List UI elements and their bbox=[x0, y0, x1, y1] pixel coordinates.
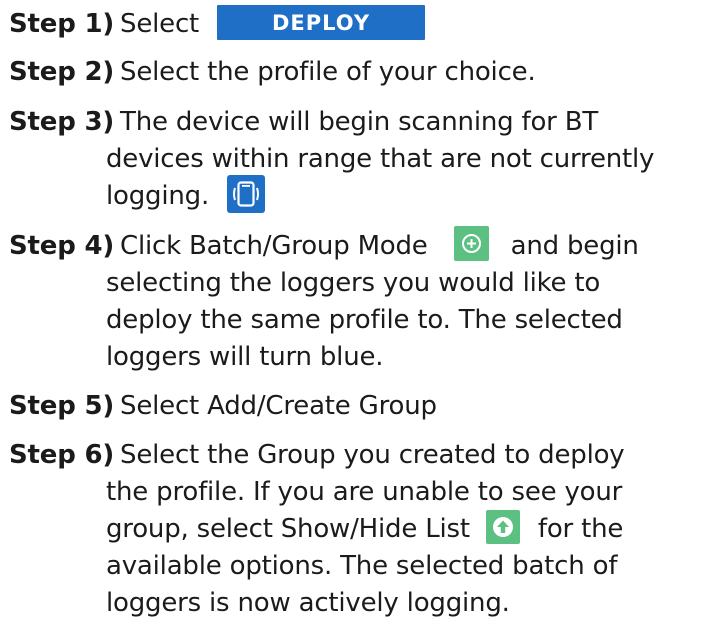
step-6-text-line-2: the profile. If you are unable to see yo… bbox=[106, 477, 623, 507]
deploy-button[interactable]: DEPLOY bbox=[217, 5, 426, 40]
step-2: Step 2) Select the profile of your choice… bbox=[9, 54, 699, 91]
step-6-label: Step 6) bbox=[9, 440, 115, 470]
step-3-text-line-1: The device will begin scanning for BT bbox=[120, 107, 599, 137]
step-3-line-3: logging. bbox=[9, 174, 699, 215]
step-3-text-line-2: devices within range that are not curren… bbox=[106, 144, 655, 174]
step-4: Step 4) Click Batch/Group Mode and begin … bbox=[9, 226, 699, 376]
step-4-text-line-1b: and begin bbox=[510, 231, 639, 261]
step-4-text-line-4: loggers will turn blue. bbox=[106, 342, 384, 372]
step-5: Step 5) Select Add/Create Group bbox=[9, 388, 699, 425]
step-3: Step 3) The device will begin scanning fo… bbox=[9, 104, 699, 215]
batch-group-mode-icon bbox=[453, 226, 489, 261]
instructions-page: Step 1) Select DEPLOY Step 2) Select the pr… bbox=[0, 0, 707, 621]
step-5-label: Step 5) bbox=[9, 391, 115, 421]
step-4-text-line-3: deploy the same profile to. The selected bbox=[106, 305, 623, 335]
step-1: Step 1) Select DEPLOY bbox=[9, 5, 699, 43]
step-6-text-line-3a: group, select Show/Hide List bbox=[106, 514, 470, 544]
step-6: Step 6) Select the Group you created to d… bbox=[9, 437, 699, 622]
step-4-text-line-2: selecting the loggers you would like to bbox=[106, 268, 601, 298]
bluetooth-device-scan-icon bbox=[227, 174, 266, 213]
step-1-label: Step 1) bbox=[9, 9, 115, 39]
step-2-text: Select the profile of your choice. bbox=[120, 57, 536, 87]
step-6-text-line-5: loggers is now actively logging. bbox=[106, 588, 510, 618]
step-1-text: Select bbox=[120, 9, 200, 39]
step-6-text-line-1: Select the Group you created to deploy bbox=[120, 440, 625, 470]
step-6-line-1: Step 6) Select the Group you created to d… bbox=[9, 437, 699, 474]
step-6-text-line-3b: for the bbox=[537, 514, 624, 544]
step-3-text-line-3: logging. bbox=[106, 181, 210, 211]
show-hide-list-icon bbox=[485, 509, 520, 544]
step-4-line-1: Step 4) Click Batch/Group Mode and begin bbox=[9, 226, 699, 265]
step-2-label: Step 2) bbox=[9, 57, 115, 87]
step-6-text-line-4: available options. The selected batch of bbox=[106, 551, 618, 581]
step-4-text-line-1a: Click Batch/Group Mode bbox=[120, 231, 428, 261]
step-5-text: Select Add/Create Group bbox=[120, 391, 437, 421]
step-3-line-1: Step 3) The device will begin scanning fo… bbox=[9, 104, 699, 141]
step-4-label: Step 4) bbox=[9, 231, 115, 261]
step-3-label: Step 3) bbox=[9, 107, 115, 137]
step-6-line-3: group, select Show/Hide List for the bbox=[9, 509, 699, 548]
